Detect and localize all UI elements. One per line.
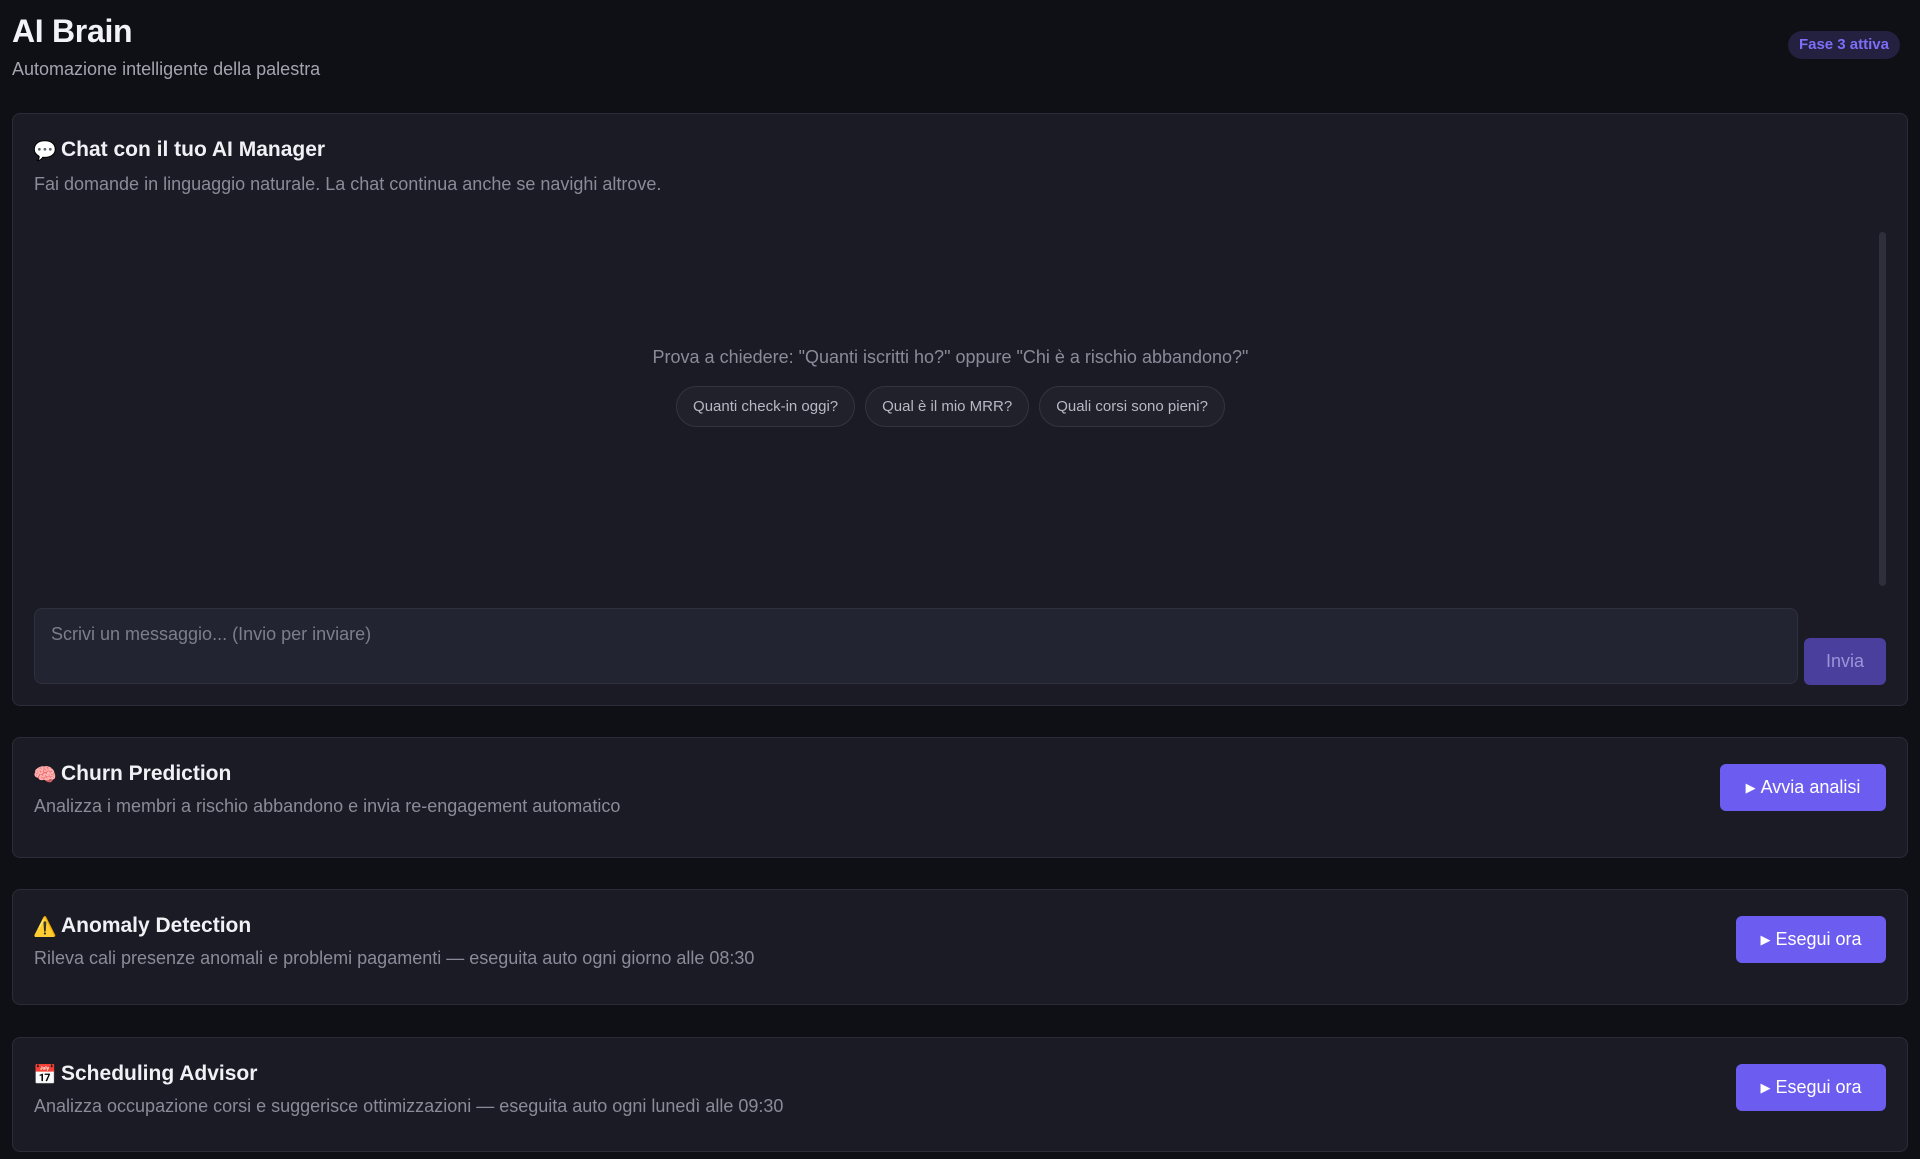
send-button[interactable]: Invia: [1804, 638, 1886, 685]
play-icon: ▶: [1745, 780, 1756, 795]
calendar-icon: 📅: [33, 1063, 57, 1086]
anomaly-title-label: Anomaly Detection: [61, 914, 252, 937]
chat-card-title: 💬 Chat con il tuo AI Manager: [33, 138, 325, 162]
page-subtitle: Automazione intelligente della palestra: [12, 59, 321, 79]
chat-empty-state: Prova a chiedere: "Quanti iscritti ho?" …: [13, 347, 1888, 427]
start-analysis-label: Avvia analisi: [1760, 777, 1861, 797]
suggestion-chip-courses[interactable]: Quali corsi sono pieni?: [1039, 386, 1225, 427]
suggestion-chip-mrr[interactable]: Qual è il mio MRR?: [865, 386, 1030, 427]
anomaly-card-title: ⚠️ Anomaly Detection: [33, 914, 251, 938]
page-title: AI Brain: [12, 13, 133, 49]
churn-prediction-card: 🧠 Churn Prediction Analizza i membri a r…: [12, 737, 1908, 858]
churn-description: Analizza i membri a rischio abbandono e …: [34, 796, 621, 816]
phase-status-badge: Fase 3 attiva: [1787, 31, 1900, 59]
anomaly-description: Rileva cali presenze anomali e problemi …: [34, 948, 755, 968]
chat-card: 💬 Chat con il tuo AI Manager Fai domande…: [12, 113, 1908, 706]
brain-icon: 🧠: [33, 763, 57, 786]
chat-title-label: Chat con il tuo AI Manager: [61, 138, 326, 161]
run-anomaly-button[interactable]: ▶ Esegui ora: [1736, 916, 1886, 963]
run-anomaly-label: Esegui ora: [1775, 929, 1862, 949]
suggestion-chips: Quanti check-in oggi? Qual è il mio MRR?…: [13, 386, 1888, 427]
run-scheduling-label: Esegui ora: [1775, 1077, 1862, 1097]
page-header: AI Brain Automazione intelligente della …: [12, 10, 320, 80]
speech-bubble-icon: 💬: [33, 139, 57, 162]
run-scheduling-button[interactable]: ▶ Esegui ora: [1736, 1064, 1886, 1111]
play-icon: ▶: [1760, 1080, 1771, 1095]
start-analysis-button[interactable]: ▶ Avvia analisi: [1720, 764, 1886, 811]
ai-brain-page: AI Brain Automazione intelligente della …: [0, 0, 1920, 1159]
scheduling-description: Analizza occupazione corsi e suggerisce …: [34, 1096, 784, 1116]
anomaly-detection-card: ⚠️ Anomaly Detection Rileva cali presenz…: [12, 889, 1908, 1005]
chat-description: Fai domande in linguaggio naturale. La c…: [34, 174, 662, 194]
scheduling-card-title: 📅 Scheduling Advisor: [33, 1062, 257, 1086]
suggestion-chip-checkins[interactable]: Quanti check-in oggi?: [676, 386, 856, 427]
scheduling-title-label: Scheduling Advisor: [61, 1062, 258, 1085]
churn-title-label: Churn Prediction: [61, 762, 232, 785]
churn-card-title: 🧠 Churn Prediction: [33, 762, 231, 786]
warning-icon: ⚠️: [33, 915, 57, 938]
chat-hint: Prova a chiedere: "Quanti iscritti ho?" …: [652, 347, 1249, 367]
scheduling-advisor-card: 📅 Scheduling Advisor Analizza occupazion…: [12, 1037, 1908, 1152]
play-icon: ▶: [1760, 932, 1771, 947]
chat-message-input[interactable]: Scrivi un messaggio... (Invio per inviar…: [34, 608, 1798, 684]
